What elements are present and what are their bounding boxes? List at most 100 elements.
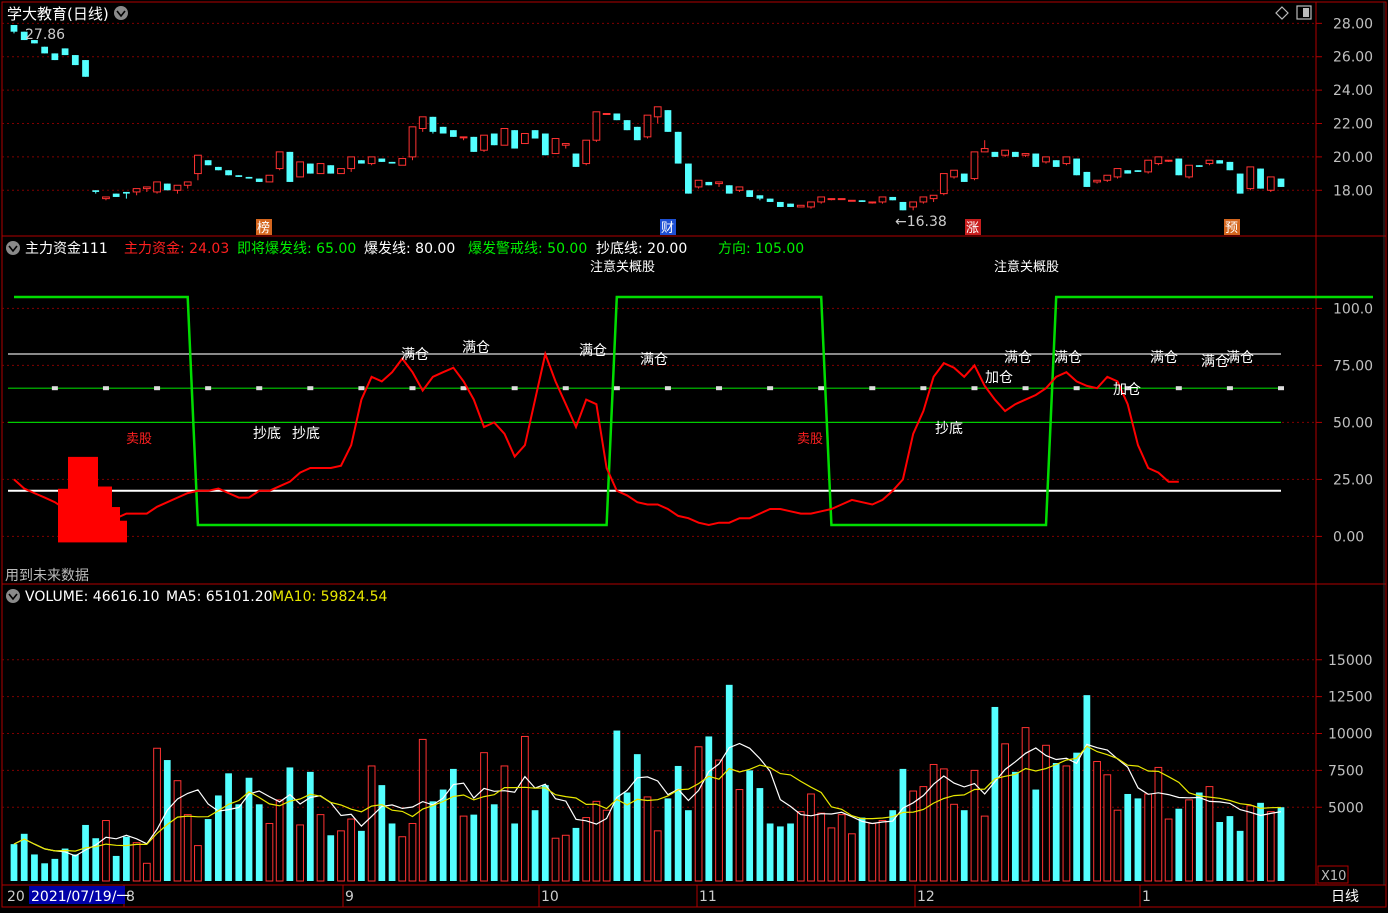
candle-body	[919, 196, 928, 203]
price-tick-label: 20.00	[1333, 150, 1373, 166]
volume-bar	[225, 773, 232, 881]
candle-body	[561, 143, 570, 146]
candle-body	[490, 133, 498, 146]
volume-bar	[163, 760, 171, 881]
volume-bar	[142, 862, 151, 882]
candle-body	[439, 126, 447, 134]
candle-body	[653, 106, 662, 118]
window-toggle-icon[interactable]	[1296, 5, 1312, 20]
volume-bar	[367, 765, 376, 882]
candle-body	[163, 183, 171, 191]
volume-bar	[653, 830, 662, 882]
candle-body	[980, 148, 989, 153]
volume-bar	[787, 823, 794, 881]
candle-body	[521, 133, 529, 145]
candle-body	[746, 190, 754, 197]
candle-body	[1083, 171, 1091, 187]
signal-label: 满仓	[462, 340, 490, 356]
candle-body	[358, 160, 365, 164]
candle-body	[613, 113, 621, 121]
volume-bar	[306, 771, 314, 881]
price-tick-label: 18.00	[1333, 183, 1373, 199]
candle-body	[51, 53, 59, 61]
candle-body	[500, 128, 509, 146]
volume-dropdown-icon[interactable]	[6, 589, 20, 603]
candle-body	[408, 126, 417, 158]
indicator-dropdown-icon[interactable]	[6, 241, 20, 255]
explode-soon-marker	[51, 386, 58, 391]
period-label[interactable]: 日线	[1331, 889, 1359, 905]
title-dropdown-icon[interactable]	[114, 6, 128, 20]
candle-body	[878, 196, 887, 203]
candle-body	[602, 112, 611, 115]
stock-title[interactable]: 学大教育(日线)	[7, 5, 109, 23]
candle-body	[1001, 149, 1009, 156]
candle-body	[123, 191, 130, 194]
volume-bar	[643, 796, 652, 882]
volume-bar	[327, 835, 335, 881]
volume-bar	[286, 767, 294, 881]
candle-body	[735, 186, 744, 191]
volume-bar	[684, 810, 692, 881]
low-price-label: ←16.38	[895, 214, 947, 230]
candle-body	[1277, 178, 1285, 187]
volume-bar	[746, 770, 754, 881]
candle-body	[92, 190, 100, 192]
candle-body	[705, 181, 713, 186]
price-axis: 28.00 26.00 24.00 22.00 20.00 18.00	[1316, 16, 1373, 199]
candle-body	[1052, 160, 1060, 167]
candle-body	[868, 201, 877, 204]
candle-body	[664, 110, 672, 132]
red-block-bar	[112, 507, 120, 543]
volume-bar	[51, 858, 59, 881]
volume-bar	[950, 803, 958, 882]
volume-bar	[1052, 763, 1060, 881]
indicator-legend: 主力资金: 24.03 即将爆发线: 65.00 爆发线: 80.00 爆发警戒线: …	[124, 241, 804, 257]
candle-body	[1103, 174, 1112, 181]
volume-bar	[194, 845, 202, 882]
volume-bar	[388, 823, 396, 881]
volume-bar	[807, 793, 815, 882]
month-label: 12	[917, 889, 935, 905]
volume-bar	[265, 822, 274, 882]
explode-soon-marker	[818, 386, 825, 391]
selected-date[interactable]: 2021/07/19/一	[31, 889, 130, 905]
candle-body	[132, 188, 141, 193]
volume-bar	[41, 863, 49, 881]
price-markers: 榜财涨预	[256, 219, 1240, 236]
indicator-legend-item: 抄底线: 20.00	[596, 241, 687, 257]
indicator-axis: 100.0 75.00 50.00 25.00 0.00	[1316, 301, 1373, 545]
high-price-label: 27.86	[25, 27, 65, 43]
diamond-icon[interactable]	[1275, 6, 1289, 20]
indicator-signal-labels: 注意关概股 注意关概股卖股 卖股抄底 抄底满仓 满仓 满仓满仓 满仓加仓满仓 满仓加仓满仓满仓…	[126, 259, 1254, 447]
candle-body	[582, 139, 591, 165]
candle-body	[245, 176, 253, 179]
explode-soon-marker	[307, 386, 314, 391]
candle-body	[1246, 166, 1255, 190]
volume-ma5: MA5: 65101.20	[166, 589, 273, 605]
candle-body	[929, 194, 938, 200]
chart-canvas[interactable]: 28.00 26.00 24.00 22.00 20.00 18.00 榜 财 涨 预 学大教育…	[0, 0, 1388, 909]
candle-body	[1093, 179, 1101, 183]
sell-signal-label: 卖股	[126, 432, 152, 447]
explode-soon-marker	[154, 386, 161, 391]
candle-body	[889, 196, 897, 201]
future-data-note: 用到未来数据	[5, 568, 89, 584]
price-tick-label: 24.00	[1333, 83, 1373, 99]
volume-bar	[694, 746, 703, 882]
stock-chart-window: 28.00 26.00 24.00 22.00 20.00 18.00 榜 财 涨 预 学大教育…	[0, 0, 1388, 909]
candle-body	[1236, 173, 1244, 194]
volume-bar	[705, 736, 713, 881]
candle-body	[633, 126, 641, 141]
candle-body	[1042, 156, 1050, 163]
volume-bar	[878, 820, 887, 882]
candle-body	[10, 25, 18, 32]
candle-body	[1113, 168, 1122, 178]
volume-bar	[776, 826, 784, 881]
volume-bar	[1236, 830, 1244, 881]
date-axis: 8 9 10 11 12 1	[123, 885, 1151, 907]
candle-body	[1134, 170, 1142, 172]
volume-tick-label: 15000	[1328, 653, 1373, 669]
indicator-name[interactable]: 主力资金111	[25, 241, 108, 257]
volume-bar	[20, 833, 28, 881]
